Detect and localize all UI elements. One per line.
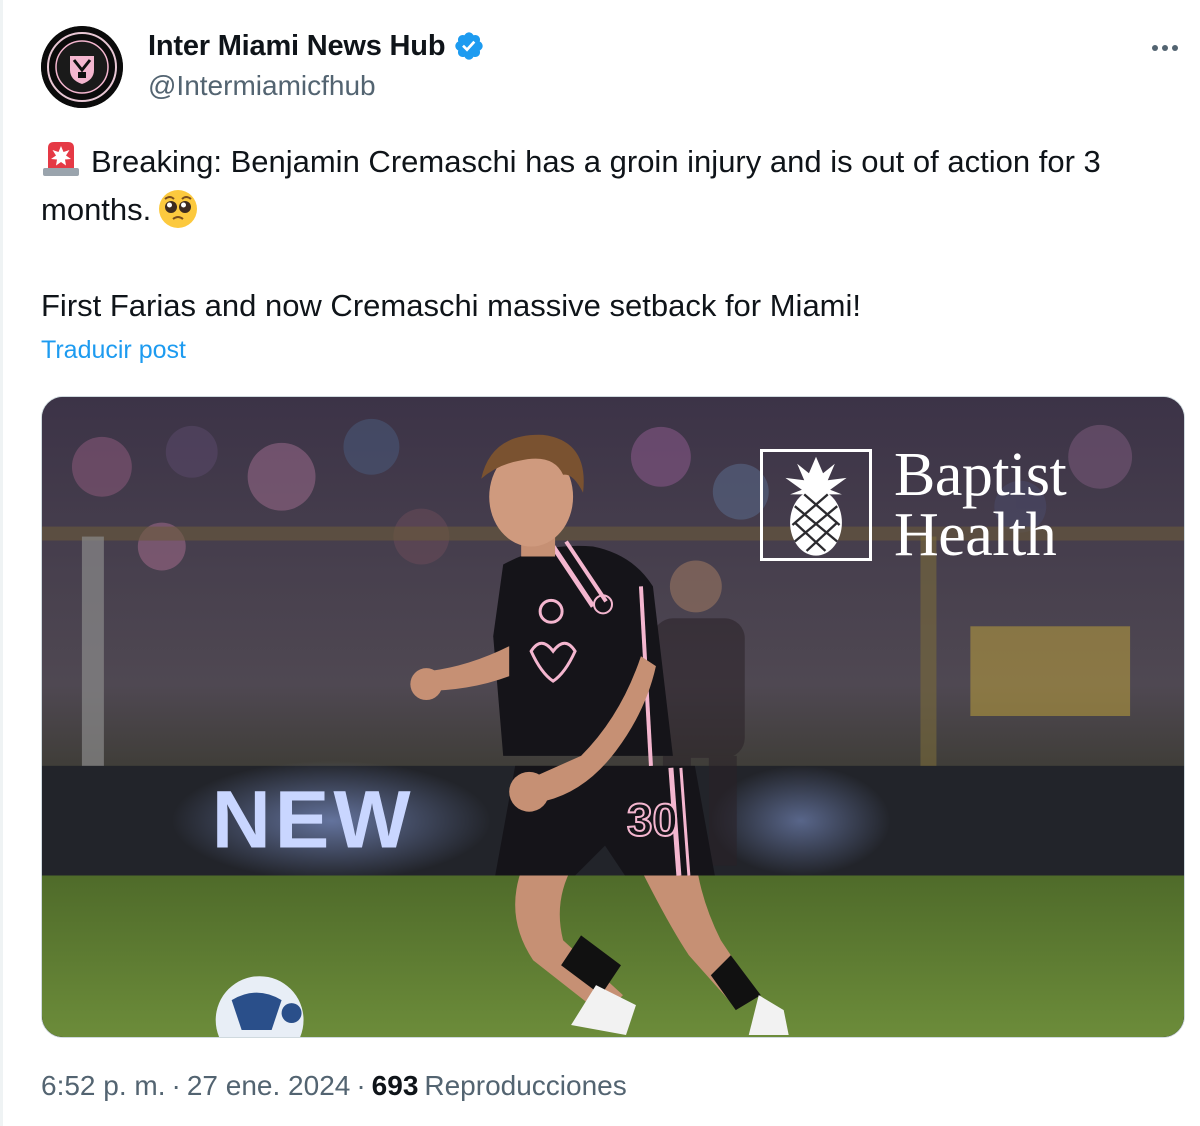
post-date[interactable]: 27 ene. 2024 — [187, 1070, 351, 1102]
sponsor-line-2: Health — [894, 501, 1057, 569]
sponsor-line-1: Baptist — [894, 441, 1067, 509]
meta-separator: · — [171, 1070, 181, 1101]
pleading-face-emoji-icon — [159, 190, 198, 228]
author-handle[interactable]: @Intermiamicfhub — [148, 70, 376, 102]
views-count[interactable]: 693 — [372, 1070, 419, 1102]
tweet-meta: 6:52 p. m. · 27 ene. 2024 · 693 Reproduc… — [41, 1070, 627, 1102]
inter-miami-crest-icon — [41, 26, 123, 108]
sponsor-wordmark: Baptist Health — [894, 441, 1067, 569]
avatar[interactable] — [41, 26, 123, 108]
more-horizontal-icon — [1152, 45, 1158, 51]
translate-post-link[interactable]: Traducir post — [41, 336, 186, 365]
verified-badge-icon — [455, 32, 484, 60]
jersey-number: 30 — [627, 794, 678, 846]
sponsor-logo: Baptist Health — [760, 441, 1067, 569]
display-name[interactable]: Inter Miami News Hub — [148, 30, 446, 63]
tweet-line-1: Breaking: Benjamin Cremaschi has a groin… — [41, 144, 1101, 227]
author-name-row[interactable]: Inter Miami News Hub — [148, 28, 485, 64]
police-siren-emoji-icon — [43, 142, 79, 176]
tweet-line-2: First Farias and now Cremaschi massive s… — [41, 288, 862, 323]
more-options-button[interactable] — [1143, 30, 1187, 66]
tweet-media-photo[interactable]: NEW 30 Baptist Health — [41, 396, 1185, 1038]
board-text: NEW — [212, 775, 415, 866]
pineapple-icon — [760, 449, 872, 561]
tweet-card: Inter Miami News Hub @Intermiamicfhub Br… — [0, 0, 1200, 1126]
tweet-text: Breaking: Benjamin Cremaschi has a groin… — [41, 138, 1171, 330]
views-label[interactable]: Reproducciones — [424, 1070, 626, 1102]
post-time[interactable]: 6:52 p. m. — [41, 1070, 166, 1102]
meta-separator-2: · — [356, 1070, 366, 1101]
